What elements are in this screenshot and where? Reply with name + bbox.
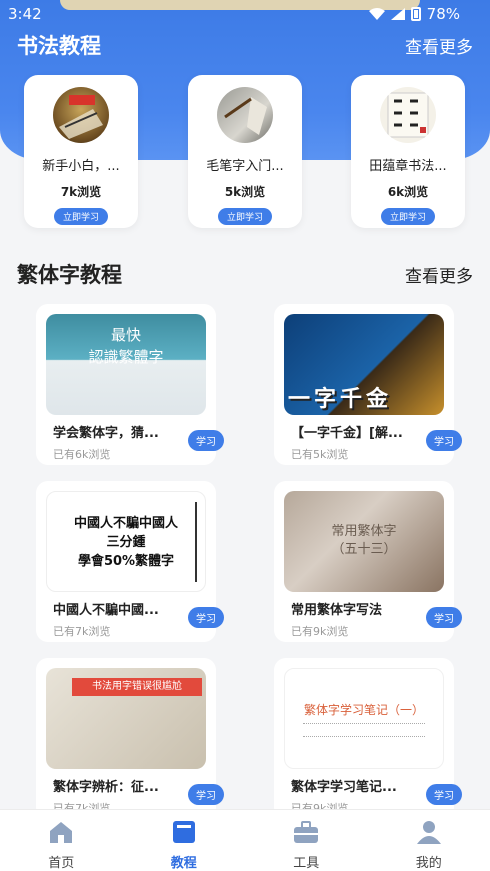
toolbox-icon (294, 821, 319, 843)
nav-item-home[interactable]: 首页 (0, 810, 123, 871)
learn-button[interactable]: 学习 (426, 784, 462, 805)
learn-button[interactable]: 学习 (426, 430, 462, 451)
course-title: 新手小白，... (42, 159, 120, 174)
battery-level: 78% (426, 5, 460, 23)
status-bar: 3:42 78% (0, 0, 490, 28)
calligraphy-card[interactable]: 新手小白，... 7k浏览 立即学习 (24, 75, 138, 228)
nav-label: 工具 (293, 856, 320, 871)
course-title: 毛笔字入门... (206, 159, 284, 174)
thumbnail-lines (303, 723, 425, 737)
section-title: 繁体字教程 (17, 263, 122, 287)
thumbnail-text: 一字千金 (288, 387, 393, 412)
calligraphy-card[interactable]: 田蕴章书法... 6k浏览 立即学习 (351, 75, 465, 228)
nav-label: 首页 (48, 856, 75, 871)
tutorial-card[interactable]: 中國人不騙中國人 三分鍾 學會50%繁體字 中國人不騙中國... 已有7k浏览 … (36, 481, 224, 642)
tutorial-title: 繁体字辨析：征... (53, 780, 159, 795)
tutorial-views: 已有6k浏览 (53, 448, 111, 461)
thumbnail-text: 书法用字错误很尴尬 (72, 678, 202, 696)
home-icon (50, 822, 73, 843)
learn-button[interactable]: 学习 (188, 784, 224, 805)
thumbnail-text: 繁体字学习笔记（一） (303, 703, 424, 717)
nav-label: 教程 (170, 856, 197, 871)
video-thumbnail: 一字千金 (284, 314, 444, 415)
see-more-link[interactable]: 查看更多 (405, 262, 473, 287)
see-more-link[interactable]: 查看更多 (405, 33, 473, 58)
course-avatar (380, 87, 436, 143)
course-avatar (53, 87, 109, 143)
person-icon (416, 821, 441, 844)
tutorial-title: 学会繁体字，猜... (53, 426, 159, 441)
tutorial-views: 已有9k浏览 (291, 625, 349, 638)
calligraphy-card[interactable]: 毛笔字入门... 5k浏览 立即学习 (188, 75, 302, 228)
bottom-nav: 首页 教程 工具 我的 (0, 809, 490, 871)
battery-icon (410, 7, 421, 21)
tutorial-title: 【一字千金】[解... (291, 426, 403, 441)
course-views: 7k浏览 (60, 185, 102, 199)
learn-now-button[interactable]: 立即学习 (217, 208, 272, 225)
video-thumbnail: 繁体字学习笔记（一） (284, 668, 444, 769)
signal-icon (390, 8, 405, 20)
tutorial-title: 中國人不騙中國... (53, 603, 159, 618)
learn-button[interactable]: 学习 (426, 607, 462, 628)
thumbnail-divider (195, 502, 197, 582)
wifi-icon (368, 8, 385, 20)
course-avatar (217, 87, 273, 143)
video-thumbnail: 常用繁体字 （五十三） (284, 491, 444, 592)
video-thumbnail: 最快 認識繁體字 (46, 314, 206, 415)
nav-item-profile[interactable]: 我的 (368, 810, 490, 871)
tutorial-card[interactable]: 书法用字错误很尴尬 繁体字辨析：征... 已有7k浏览 学习 (36, 658, 224, 819)
tutorial-card[interactable]: 常用繁体字 （五十三） 常用繁体字写法 已有9k浏览 学习 (274, 481, 462, 642)
tutorial-card[interactable]: 最快 認識繁體字 学会繁体字，猜... 已有6k浏览 学习 (36, 304, 224, 465)
learn-now-button[interactable]: 立即学习 (380, 208, 435, 225)
tutorial-card[interactable]: 一字千金 【一字千金】[解... 已有5k浏览 学习 (274, 304, 462, 465)
traditional-header: 繁体字教程 查看更多 (17, 259, 473, 289)
tutorial-views: 已有5k浏览 (291, 448, 349, 461)
thumbnail-text: 最快 認識繁體字 (88, 326, 164, 366)
tutorial-title: 繁体字学习笔记... (291, 780, 397, 795)
status-time: 3:42 (8, 5, 42, 23)
course-views: 5k浏览 (224, 185, 266, 199)
calligraphy-header: 书法教程 查看更多 (17, 30, 473, 60)
nav-item-tutorial[interactable]: 教程 (123, 810, 246, 871)
video-thumbnail: 中國人不騙中國人 三分鍾 學會50%繁體字 (46, 491, 206, 592)
tutorial-views: 已有7k浏览 (53, 625, 111, 638)
course-title: 田蕴章书法... (369, 159, 447, 174)
video-thumbnail: 书法用字错误很尴尬 (46, 668, 206, 769)
learn-now-button[interactable]: 立即学习 (53, 208, 108, 225)
tutorial-card[interactable]: 繁体字学习笔记（一） 繁体字学习笔记... 已有9k浏览 学习 (274, 658, 462, 819)
nav-label: 我的 (415, 856, 442, 871)
tutorial-title: 常用繁体字写法 (291, 603, 383, 618)
book-icon (172, 821, 195, 843)
nav-item-tools[interactable]: 工具 (245, 810, 368, 871)
learn-button[interactable]: 学习 (188, 607, 224, 628)
thumbnail-text: 常用繁体字 （五十三） (331, 524, 397, 557)
learn-button[interactable]: 学习 (188, 430, 224, 451)
thumbnail-text: 中國人不騙中國人 三分鍾 學會50%繁體字 (73, 516, 178, 569)
section-title: 书法教程 (17, 34, 101, 58)
course-views: 6k浏览 (387, 185, 429, 199)
